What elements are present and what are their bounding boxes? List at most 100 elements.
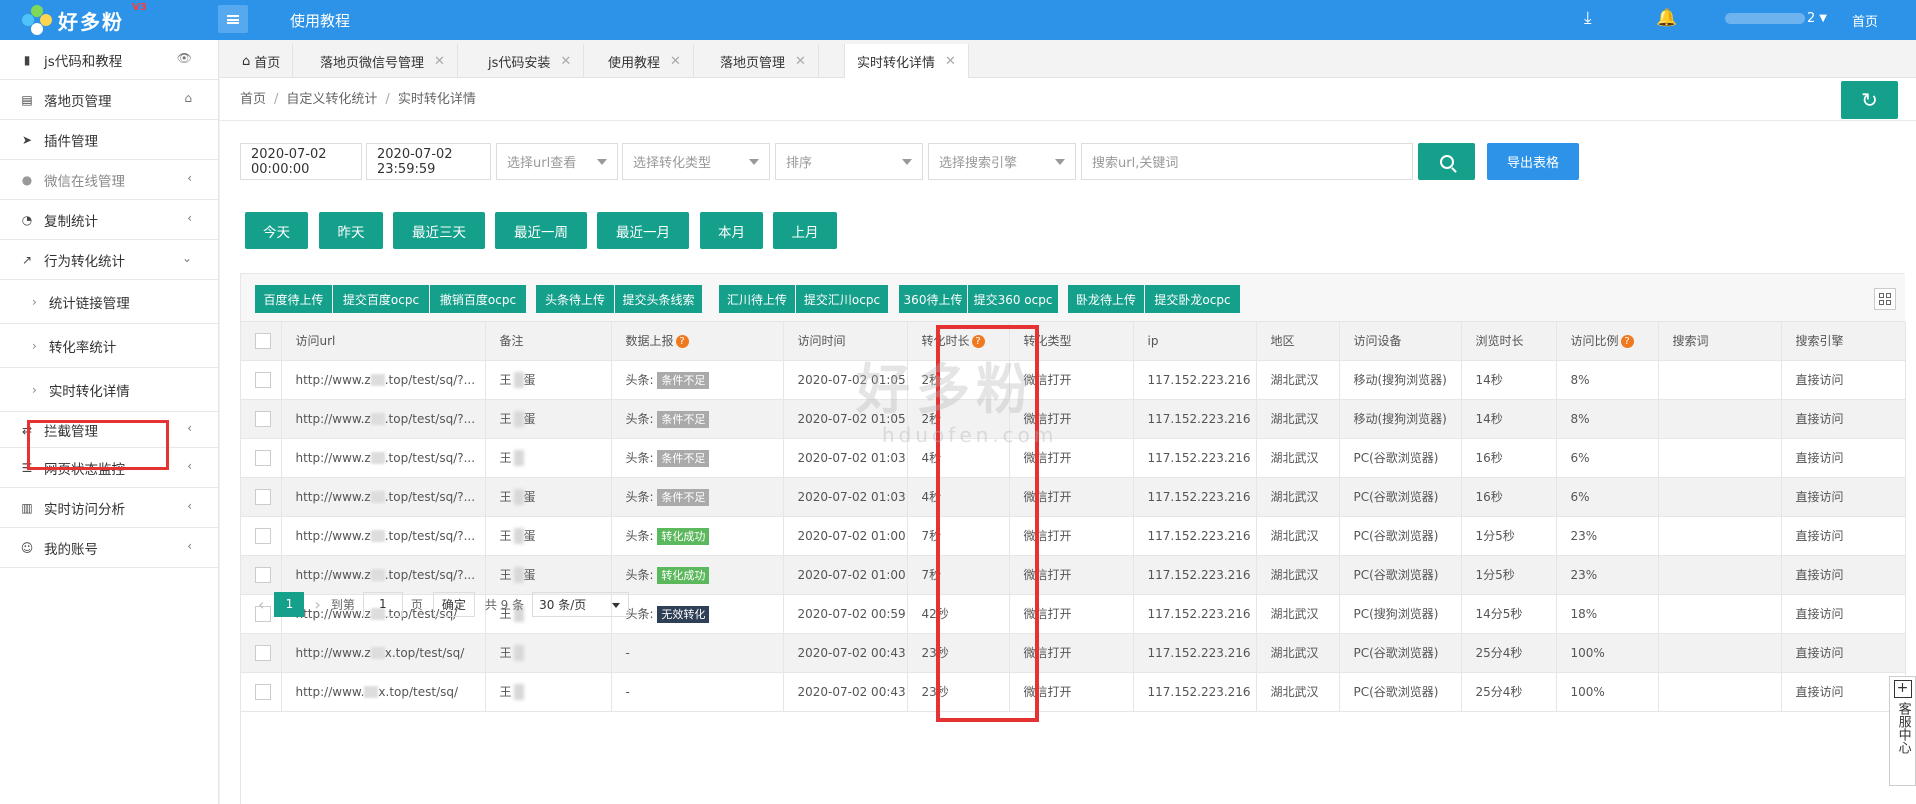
row-select-cell[interactable] bbox=[241, 516, 282, 556]
close-icon[interactable]: ✕ bbox=[560, 54, 571, 69]
sidebar-item-landing-pages[interactable]: ▤ 落地页管理 ⌂ bbox=[0, 80, 218, 120]
goto-page-input[interactable]: 1 bbox=[362, 591, 403, 617]
customer-service-widget[interactable]: + 客服中心 bbox=[1889, 676, 1916, 786]
row-checkbox[interactable] bbox=[255, 371, 271, 388]
table-row[interactable]: http://www.z x.top/test/sq/王 - 2020-07-02 0… bbox=[241, 633, 1906, 673]
last-3-days-button[interactable]: 最近三天 bbox=[393, 212, 485, 249]
tab-js-install[interactable]: js代码安装 ✕ bbox=[476, 44, 585, 78]
sidebar-item-behavior-stats[interactable]: ↗ 行为转化统计 ⌄ bbox=[0, 240, 218, 280]
table-row[interactable]: http://www.z .top/test/sq/?... 王蛋头条: 条件不足 2… bbox=[241, 360, 1906, 400]
select-all-cell[interactable] bbox=[241, 322, 282, 361]
sidebar-subitem-conversion-rate[interactable]: › 转化率统计 bbox=[0, 324, 218, 368]
table-row[interactable]: http://www.z .top/test/sq/?... 王蛋头条: 条件不足 2… bbox=[241, 477, 1906, 517]
sidebar-subitem-realtime-conversion[interactable]: › 实时转化详情 bbox=[0, 368, 218, 412]
table-row[interactable]: http://www.z .top/test/sq/?... 王蛋头条: 转化成功 2… bbox=[241, 516, 1906, 556]
sidebar-item-js-code[interactable]: ▮ js代码和教程 👁 bbox=[0, 40, 218, 80]
export-button[interactable]: 导出表格 bbox=[1487, 143, 1579, 180]
baidu-revoke-button[interactable]: 撤销百度ocpc bbox=[430, 285, 526, 313]
row-checkbox[interactable] bbox=[255, 449, 271, 466]
search-input[interactable]: 搜索url,关键词 bbox=[1081, 143, 1413, 180]
row-select-cell[interactable] bbox=[241, 477, 282, 517]
table-row[interactable]: http://www. x.top/test/sq/王 - 2020-07-02 00… bbox=[241, 672, 1906, 712]
row-checkbox[interactable] bbox=[255, 488, 271, 505]
tab-realtime-conversion[interactable]: 实时转化详情 ✕ bbox=[844, 44, 969, 78]
goto-confirm-button[interactable]: 确定 bbox=[432, 591, 475, 617]
row-select-cell[interactable] bbox=[241, 555, 282, 595]
toutiao-pending-button[interactable]: 头条待上传 bbox=[536, 285, 614, 313]
help-icon[interactable]: ? bbox=[1620, 335, 1634, 349]
huichuan-submit-button[interactable]: 提交汇川ocpc bbox=[796, 285, 888, 313]
tab-home[interactable]: ⌂ 首页 bbox=[230, 44, 294, 78]
sidebar-item-plugins[interactable]: ➤ 插件管理 bbox=[0, 120, 218, 160]
cell-url[interactable]: http://www.z .top/test/sq/?... bbox=[281, 399, 486, 439]
prev-month-button[interactable]: 上月 bbox=[773, 212, 837, 249]
toutiao-submit-button[interactable]: 提交头条线索 bbox=[615, 285, 702, 313]
row-select-cell[interactable] bbox=[241, 672, 282, 712]
sidebar-item-my-account[interactable]: ☺ 我的账号 ‹ bbox=[0, 528, 218, 568]
row-checkbox[interactable] bbox=[255, 566, 271, 583]
cell-url[interactable]: http://www. x.top/test/sq/ bbox=[281, 672, 486, 712]
page-size-select[interactable]: 30 条/页 bbox=[532, 591, 630, 617]
row-select-cell[interactable] bbox=[241, 360, 282, 400]
row-checkbox[interactable] bbox=[255, 644, 271, 661]
user-menu[interactable]: 2 ▼ bbox=[1725, 11, 1827, 26]
logo[interactable]: 好多粉 bbox=[22, 0, 124, 40]
baidu-submit-button[interactable]: 提交百度ocpc bbox=[333, 285, 429, 313]
baidu-pending-button[interactable]: 百度待上传 bbox=[255, 285, 332, 313]
cell-url[interactable]: http://www.z .top/test/sq/?... bbox=[281, 516, 486, 556]
tab-tutorial[interactable]: 使用教程 ✕ bbox=[596, 44, 694, 78]
today-button[interactable]: 今天 bbox=[245, 212, 308, 249]
search-button[interactable] bbox=[1418, 143, 1475, 180]
cell-url[interactable]: http://www.z x.top/test/sq/ bbox=[281, 633, 486, 673]
cell-url[interactable]: http://www.z .top/test/sq/?... bbox=[281, 438, 486, 478]
table-row[interactable]: http://www.z .top/test/sq/?... 王头条: 条件不足 20… bbox=[241, 438, 1906, 478]
tab-landing-pages[interactable]: 落地页管理 ✕ bbox=[708, 44, 819, 78]
close-icon[interactable]: ✕ bbox=[795, 54, 806, 69]
cell-url[interactable]: http://www.z .top/test/sq/?... bbox=[281, 360, 486, 400]
end-time-input[interactable]: 2020-07-02 23:59:59 bbox=[366, 143, 491, 180]
close-icon[interactable]: ✕ bbox=[670, 54, 681, 69]
wolong-pending-button[interactable]: 卧龙待上传 bbox=[1068, 285, 1144, 313]
refresh-button[interactable]: ↻ bbox=[1841, 81, 1898, 119]
last-week-button[interactable]: 最近一周 bbox=[495, 212, 587, 249]
cell-url[interactable]: http://www.z .top/test/sq/?... bbox=[281, 477, 486, 517]
next-page-icon[interactable]: › bbox=[314, 595, 320, 614]
tab-landing-wechat[interactable]: 落地页微信号管理 ✕ bbox=[308, 44, 458, 78]
360-pending-button[interactable]: 360待上传 bbox=[899, 285, 967, 313]
bell-icon[interactable]: 🔔 bbox=[1656, 8, 1677, 28]
sidebar-subitem-link-management[interactable]: › 统计链接管理 bbox=[0, 280, 218, 324]
download-icon[interactable]: ⤓ bbox=[1584, 8, 1592, 28]
row-checkbox[interactable] bbox=[255, 683, 271, 700]
row-select-cell[interactable] bbox=[241, 438, 282, 478]
menu-toggle-button[interactable] bbox=[218, 5, 248, 33]
current-page[interactable]: 1 bbox=[274, 591, 305, 617]
yesterday-button[interactable]: 昨天 bbox=[319, 212, 383, 249]
search-engine-select[interactable]: 选择搜索引擎 bbox=[928, 143, 1076, 180]
row-select-cell[interactable] bbox=[241, 399, 282, 439]
wolong-submit-button[interactable]: 提交卧龙ocpc bbox=[1145, 285, 1240, 313]
row-select-cell[interactable] bbox=[241, 633, 282, 673]
sidebar-item-realtime-analysis[interactable]: ▥ 实时访问分析 ‹ bbox=[0, 488, 218, 528]
select-all-checkbox[interactable] bbox=[255, 332, 271, 349]
close-icon[interactable]: ✕ bbox=[434, 54, 445, 69]
breadcrumb-custom-stats[interactable]: 自定义转化统计 bbox=[286, 92, 377, 107]
360-submit-button[interactable]: 提交360 ocpc bbox=[968, 285, 1058, 313]
table-row[interactable]: http://www.z .top/test/sq/?... 王蛋头条: 转化成功 2… bbox=[241, 555, 1906, 595]
home-link[interactable]: 首页 bbox=[1852, 11, 1878, 30]
huichuan-pending-button[interactable]: 汇川待上传 bbox=[719, 285, 795, 313]
this-month-button[interactable]: 本月 bbox=[700, 212, 763, 249]
row-checkbox[interactable] bbox=[255, 527, 271, 544]
start-time-input[interactable]: 2020-07-02 00:00:00 bbox=[240, 143, 362, 180]
sort-select[interactable]: 排序 bbox=[775, 143, 923, 180]
close-icon[interactable]: ✕ bbox=[945, 54, 956, 69]
column-toggle-icon[interactable] bbox=[1874, 288, 1896, 310]
breadcrumb-home[interactable]: 首页 bbox=[240, 92, 266, 107]
cell-url[interactable]: http://www.z .top/test/sq/?... bbox=[281, 555, 486, 595]
help-icon[interactable]: ? bbox=[675, 335, 689, 349]
last-month-button[interactable]: 最近一月 bbox=[597, 212, 689, 249]
table-row[interactable]: http://www.z .top/test/sq/?... 王蛋头条: 条件不足 2… bbox=[241, 399, 1906, 439]
conversion-type-select[interactable]: 选择转化类型 bbox=[622, 143, 770, 180]
sidebar-item-wechat-online[interactable]: ● 微信在线管理 ‹ bbox=[0, 160, 218, 200]
row-checkbox[interactable] bbox=[255, 410, 271, 427]
url-select[interactable]: 选择url查看 bbox=[496, 143, 618, 180]
